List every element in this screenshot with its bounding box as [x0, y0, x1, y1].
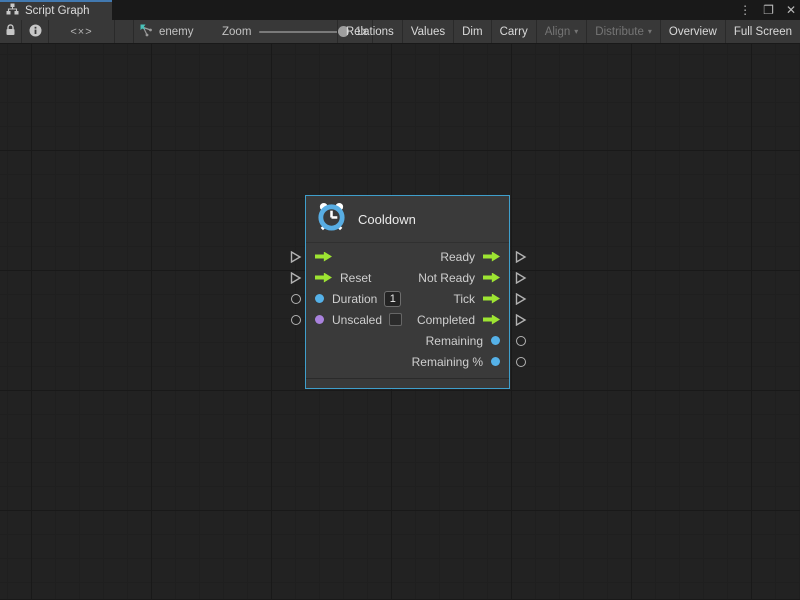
input-port-enter[interactable] [315, 252, 332, 262]
port-row: Remaining [306, 330, 509, 351]
port-row: Ready [306, 246, 509, 267]
tab-bar: Script Graph ⋮ ❐ ✕ [0, 0, 800, 20]
output-port-tick[interactable]: Tick [453, 292, 500, 306]
alarm-clock-icon [316, 201, 347, 237]
close-icon[interactable]: ✕ [786, 0, 796, 20]
output-port-completed[interactable]: Completed [417, 313, 500, 327]
port-row: Duration Tick [306, 288, 509, 309]
connector-out-completed[interactable] [515, 314, 527, 326]
window-controls: ⋮ ❐ ✕ [739, 0, 796, 20]
flow-out-icon [483, 273, 500, 283]
node-title: Cooldown [358, 212, 416, 227]
code-icon: <×> [70, 26, 92, 38]
lock-icon [5, 24, 16, 39]
port-row: Reset Not Ready [306, 267, 509, 288]
output-port-ready[interactable]: Ready [440, 250, 500, 264]
relations-button[interactable]: Relations [337, 20, 402, 43]
output-port-not-ready[interactable]: Not Ready [418, 271, 500, 285]
graph-toolbar: <×> enemy Zoom 1x Relatio [0, 20, 800, 44]
connector-out-remaining-pct[interactable] [516, 357, 526, 367]
output-port-remaining-pct[interactable]: Remaining % [412, 355, 500, 369]
tab-script-graph[interactable]: Script Graph [0, 0, 112, 20]
connector-in-duration[interactable] [291, 294, 301, 304]
align-dropdown[interactable]: Align ▾ [536, 20, 587, 43]
input-port-reset[interactable]: Reset [315, 271, 371, 285]
chevron-down-icon: ▾ [648, 27, 652, 36]
value-port-icon [491, 336, 500, 345]
flow-out-icon [483, 294, 500, 304]
output-port-remaining[interactable]: Remaining [426, 334, 500, 348]
maximize-icon[interactable]: ❐ [763, 0, 774, 20]
flow-out-icon [483, 252, 500, 262]
connector-out-ready[interactable] [515, 251, 527, 263]
flow-out-icon [483, 315, 500, 325]
input-port-duration[interactable]: Duration [315, 291, 401, 307]
overview-button[interactable]: Overview [660, 20, 725, 43]
port-row: Remaining % [306, 351, 509, 372]
zoom-slider[interactable] [259, 31, 347, 33]
connector-out-remaining[interactable] [516, 336, 526, 346]
full-screen-button[interactable]: Full Screen [725, 20, 800, 43]
dim-button[interactable]: Dim [453, 20, 490, 43]
toolbar-separator [133, 20, 134, 43]
values-button[interactable]: Values [402, 20, 453, 43]
connector-in-unscaled[interactable] [291, 315, 301, 325]
cooldown-node[interactable]: Cooldown Ready Reset [305, 195, 510, 389]
flow-in-icon [315, 252, 332, 262]
info-icon [29, 24, 42, 40]
value-port-icon [315, 294, 324, 303]
script-graph-window: Script Graph ⋮ ❐ ✕ [0, 0, 800, 600]
tab-title: Script Graph [25, 5, 90, 17]
carry-button[interactable]: Carry [491, 20, 536, 43]
cooldown-node-header[interactable]: Cooldown [306, 196, 509, 243]
connector-in-reset[interactable] [290, 272, 302, 284]
value-port-icon [491, 357, 500, 366]
graph-asset-icon [139, 23, 153, 40]
zoom-label: Zoom [222, 26, 251, 38]
connector-out-not-ready[interactable] [515, 272, 527, 284]
window-menu-icon[interactable]: ⋮ [739, 0, 751, 20]
node-body: Ready Reset Not Ready [306, 243, 509, 378]
graph-canvas[interactable]: Cooldown Ready Reset [0, 44, 800, 599]
graph-name-label: enemy [159, 26, 194, 38]
flow-in-icon [315, 273, 332, 283]
chevron-down-icon: ▾ [574, 27, 578, 36]
toolbar-button-group: Relations Values Dim Carry Align ▾ Distr… [337, 20, 800, 43]
node-footer [306, 378, 509, 388]
unscaled-checkbox[interactable] [389, 313, 402, 326]
port-row: Unscaled Completed [306, 309, 509, 330]
duration-value-field[interactable] [384, 291, 401, 307]
lock-button[interactable] [0, 20, 22, 43]
value-port-icon [315, 315, 324, 324]
distribute-dropdown[interactable]: Distribute ▾ [586, 20, 660, 43]
connector-in-enter[interactable] [290, 251, 302, 263]
input-port-unscaled[interactable]: Unscaled [315, 313, 402, 327]
graph-hierarchy-icon [6, 2, 19, 20]
breadcrumb[interactable]: enemy [139, 20, 194, 43]
code-toggle-button[interactable]: <×> [49, 20, 115, 43]
info-button[interactable] [22, 20, 49, 43]
connector-out-tick[interactable] [515, 293, 527, 305]
